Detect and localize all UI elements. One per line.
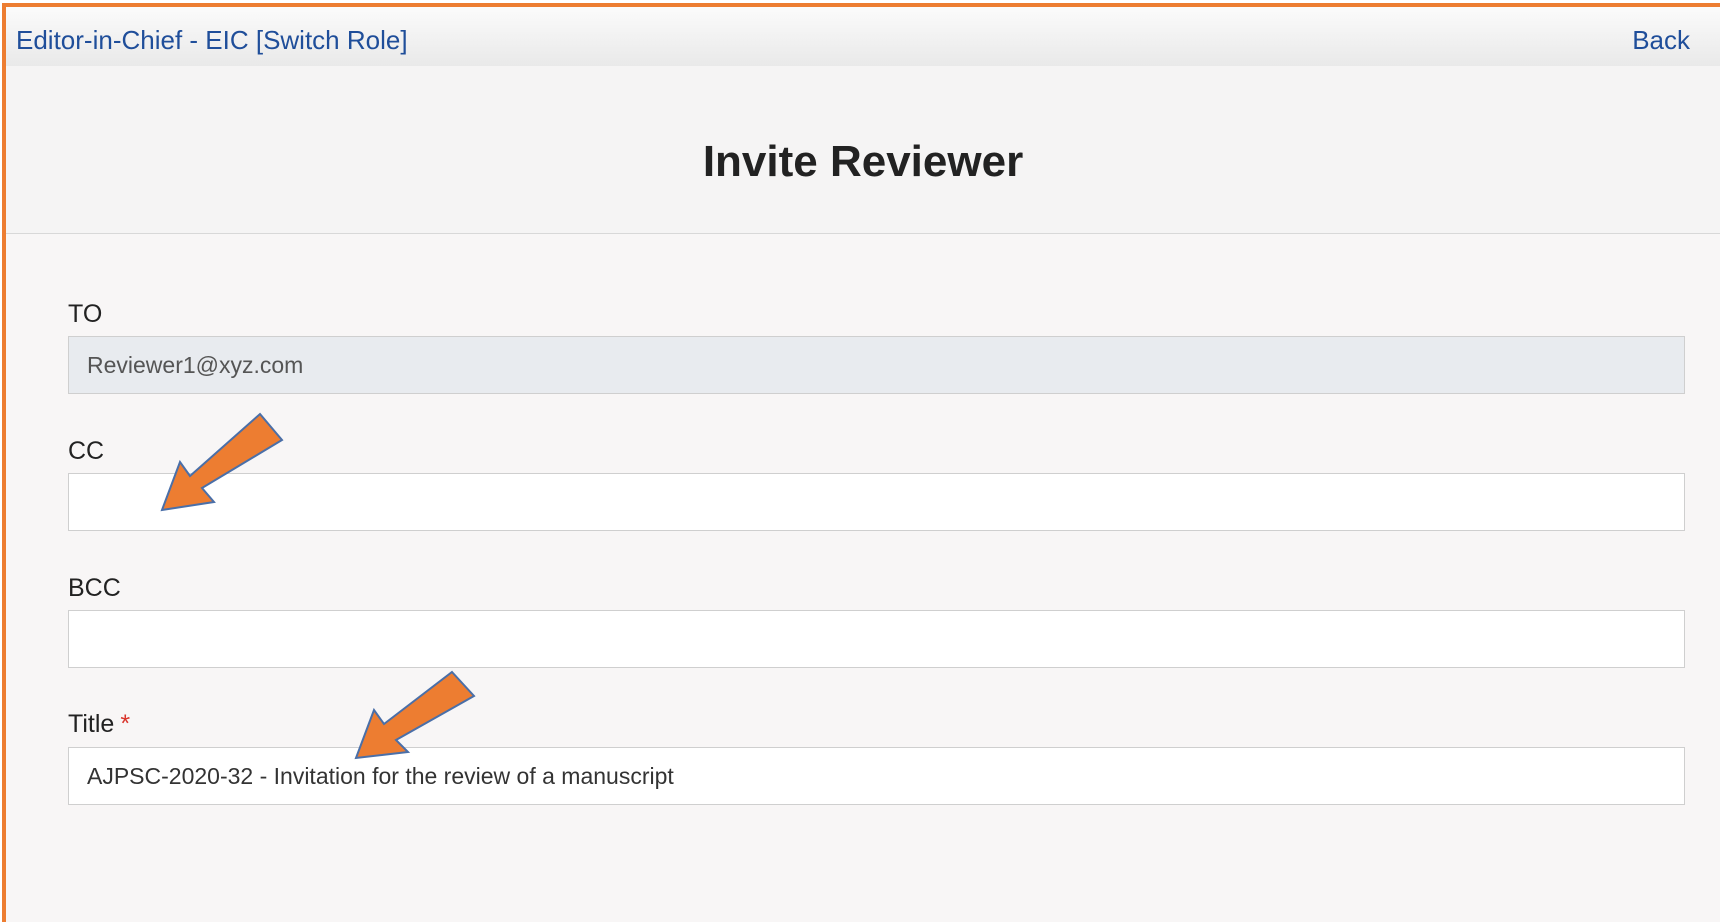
to-label: TO — [68, 300, 103, 328]
cc-label: CC — [68, 437, 105, 465]
title-label: Title * — [68, 710, 130, 739]
back-link[interactable]: Back — [1632, 25, 1690, 56]
top-bar: Editor-in-Chief - EIC [Switch Role] Back — [6, 7, 1720, 66]
required-asterisk: * — [120, 710, 131, 738]
role-name: Editor-in-Chief - EIC — [16, 25, 256, 55]
page-title: Invite Reviewer — [702, 137, 1024, 186]
title-input[interactable] — [68, 747, 1685, 805]
title-band: Invite Reviewer — [6, 66, 1720, 234]
cc-input[interactable] — [68, 473, 1685, 531]
role-indicator: Editor-in-Chief - EIC [Switch Role] — [16, 25, 408, 56]
app-window: Editor-in-Chief - EIC [Switch Role] Back… — [2, 3, 1720, 922]
switch-role-link[interactable]: [Switch Role] — [256, 25, 408, 55]
to-input[interactable] — [68, 336, 1685, 394]
bcc-label: BCC — [68, 574, 121, 602]
title-label-text: Title — [68, 710, 115, 738]
bcc-input[interactable] — [68, 610, 1685, 668]
